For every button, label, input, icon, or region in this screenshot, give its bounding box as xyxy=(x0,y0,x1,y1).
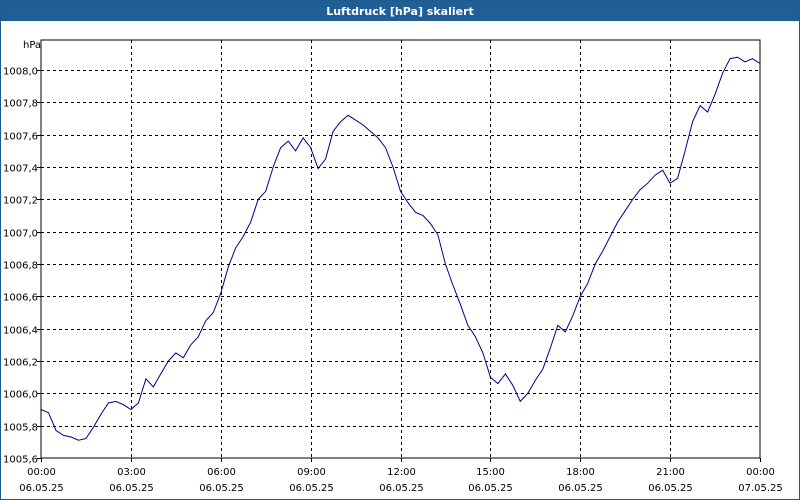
x-tick-label-date: 06.05.25 xyxy=(289,483,334,494)
y-tick-label: 1005,6 xyxy=(3,455,38,466)
x-tick-label-time: 06:00 xyxy=(207,467,236,478)
y-tick-label: 1007,0 xyxy=(3,229,38,240)
x-tick-label-time: 00:00 xyxy=(27,467,56,478)
x-tick-label-time: 09:00 xyxy=(297,467,326,478)
y-tick-label: 1008,0 xyxy=(3,67,38,78)
x-tick-label-time: 18:00 xyxy=(566,467,595,478)
x-tick-label-date: 06.05.25 xyxy=(199,483,244,494)
x-axis: 00:00 06.05.25 03:00 06.05.25 06:00 06.05.25 0… xyxy=(19,458,783,494)
x-tick-label-time: 12:00 xyxy=(387,467,416,478)
y-axis-unit-label: hPa xyxy=(23,40,41,51)
y-tick-label: 1006,4 xyxy=(3,326,38,337)
y-tick-label: 1005,8 xyxy=(3,423,38,434)
y-tick-label: 1007,6 xyxy=(3,132,38,143)
x-tick-label-date: 06.05.25 xyxy=(379,483,424,494)
x-tick-label-time: 15:00 xyxy=(476,467,505,478)
y-tick-label: 1006,2 xyxy=(3,358,38,369)
x-tick-label-date: 07.05.25 xyxy=(738,483,783,494)
pressure-chart: 1005,6 1005,8 1006,0 1006,2 1006,4 1006,6 1006… xyxy=(3,39,783,494)
chart-window: Luftdruck [hPa] skaliert 1005,6 1005,8 100… xyxy=(0,0,800,500)
x-tick-label-time: 00:00 xyxy=(746,467,775,478)
x-tick-label-time: 21:00 xyxy=(656,467,685,478)
plot-area xyxy=(40,39,761,459)
y-axis: 1005,6 1005,8 1006,0 1006,2 1006,4 1006,6 1006… xyxy=(3,67,41,466)
y-tick-label: 1007,8 xyxy=(3,99,38,110)
x-tick-label-date: 06.05.25 xyxy=(558,483,603,494)
x-tick-label-date: 06.05.25 xyxy=(19,483,64,494)
x-tick-label-time: 03:00 xyxy=(117,467,146,478)
y-tick-label: 1007,2 xyxy=(3,196,38,207)
y-tick-label: 1006,6 xyxy=(3,293,38,304)
x-tick-label-date: 06.05.25 xyxy=(109,483,154,494)
y-tick-label: 1006,8 xyxy=(3,261,38,272)
x-tick-label-date: 06.05.25 xyxy=(468,483,513,494)
y-tick-label: 1006,0 xyxy=(3,390,38,401)
y-tick-label: 1007,4 xyxy=(3,164,38,175)
chart-title: Luftdruck [hPa] skaliert xyxy=(1,1,799,21)
x-tick-label-date: 06.05.25 xyxy=(648,483,693,494)
